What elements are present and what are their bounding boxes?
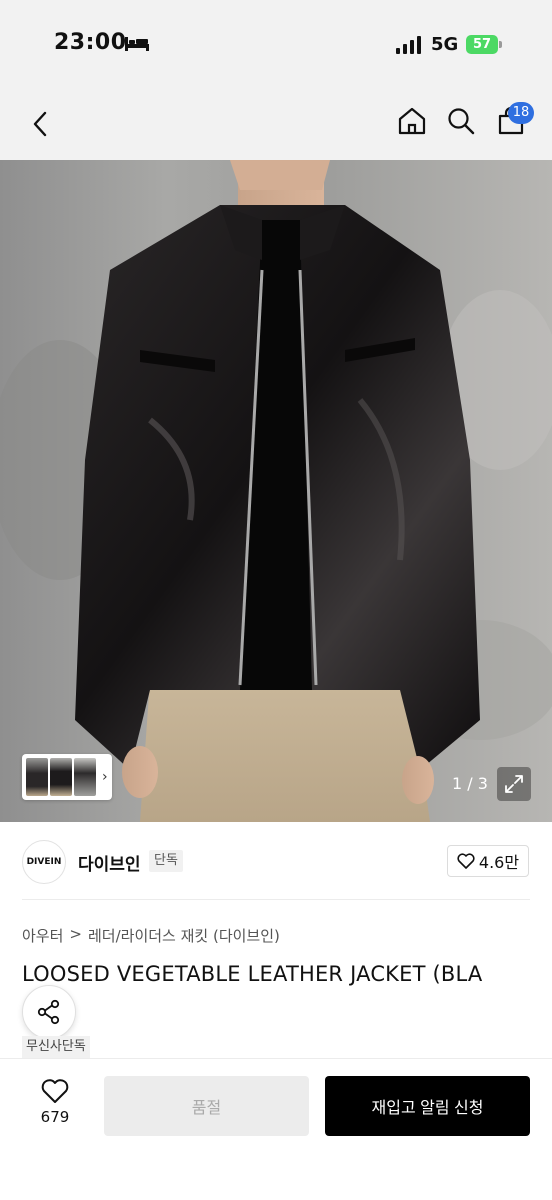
divider (22, 899, 530, 900)
thumbnail-strip[interactable]: › (22, 754, 112, 800)
nav-bar (0, 88, 552, 160)
expand-button[interactable] (497, 767, 531, 801)
product-title: LOOSED VEGETABLE LEATHER JACKET (BLA (22, 962, 483, 986)
search-button[interactable] (444, 104, 478, 138)
home-icon (398, 107, 426, 135)
breadcrumb: 아우터 > 레더/라이더스 재킷 (다이브인) (22, 925, 280, 946)
heart-icon (41, 1079, 69, 1103)
network-label: 5G (431, 34, 459, 55)
thumbnail-1[interactable] (26, 758, 48, 796)
expand-icon (505, 775, 523, 793)
musinsa-exclusive-badge: 무신사단독 (22, 1036, 90, 1058)
brand-like-button[interactable]: 4.6만 (447, 845, 529, 877)
soldout-button[interactable]: 품절 (104, 1076, 309, 1136)
brand-like-count: 4.6만 (478, 853, 520, 872)
brand-name[interactable]: 다이브인 (78, 850, 141, 875)
breadcrumb-category[interactable]: 아우터 (22, 925, 63, 946)
share-icon (37, 999, 60, 1025)
thumbnail-2[interactable] (50, 758, 72, 796)
status-bar: 23:00 5G 57 (0, 0, 552, 88)
battery-indicator: 57 (466, 35, 502, 54)
status-time: 23:00 (54, 30, 127, 55)
chevron-right-icon: › (102, 769, 108, 785)
home-button[interactable] (395, 104, 429, 138)
cart-badge: 18 (508, 102, 534, 124)
thumbnail-3[interactable] (74, 758, 96, 796)
bed-icon (125, 37, 149, 51)
back-icon (33, 111, 47, 137)
signal-icon (396, 36, 421, 54)
brand-logo[interactable]: DIVEIN (22, 840, 66, 884)
wishlist-button[interactable]: 679 (30, 1078, 80, 1134)
product-image[interactable] (0, 160, 552, 822)
exclusive-tag: 단독 (149, 850, 183, 872)
product-photo (0, 160, 552, 822)
wishlist-count: 679 (40, 1108, 70, 1126)
battery-level: 57 (466, 35, 498, 54)
search-icon (448, 108, 475, 135)
breadcrumb-separator: > (69, 925, 82, 943)
back-button[interactable] (24, 106, 56, 142)
breadcrumb-subcategory[interactable]: 레더/라이더스 재킷 (다이브인) (88, 925, 280, 946)
battery-tip (499, 41, 502, 48)
heart-icon (457, 853, 475, 869)
restock-alert-button[interactable]: 재입고 알림 신청 (325, 1076, 530, 1136)
page-indicator: 1 / 3 (452, 774, 488, 793)
share-button[interactable] (22, 985, 76, 1039)
